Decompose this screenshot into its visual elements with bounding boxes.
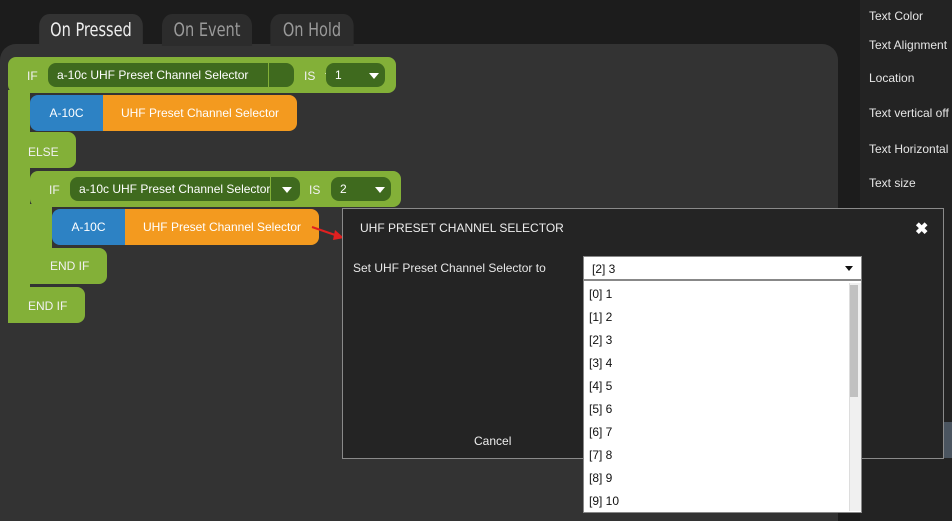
option-2[interactable]: [2] 3: [589, 333, 612, 347]
option-7[interactable]: [7] 8: [589, 448, 612, 462]
if-keyword: IF: [27, 69, 38, 83]
chevron-down-icon: [369, 73, 379, 79]
option-6[interactable]: [6] 7: [589, 425, 612, 439]
inner-condition-text: a-10c UHF Preset Channel Selector: [79, 182, 271, 196]
text-horizontal-label: Text Horizontal: [869, 142, 949, 156]
inner-value-dropdown[interactable]: 2: [331, 177, 391, 201]
option-0[interactable]: [0] 1: [589, 287, 612, 301]
inner-is-keyword: IS: [309, 183, 321, 197]
else-keyword: ELSE: [28, 145, 59, 159]
is-keyword: IS: [304, 69, 316, 83]
text-vertical-offset-label: Text vertical off: [869, 106, 949, 120]
action1-control-block[interactable]: UHF Preset Channel Selector: [103, 95, 297, 131]
close-icon[interactable]: ✖: [915, 219, 928, 239]
outer-condition-text: a-10c UHF Preset Channel Selector: [57, 68, 249, 82]
action1-device-block[interactable]: A-10C: [30, 95, 103, 131]
option-3[interactable]: [3] 4: [589, 356, 612, 370]
text-color-label: Text Color: [869, 9, 924, 23]
tab-on-hold[interactable]: On Hold: [270, 14, 354, 46]
option-5[interactable]: [5] 6: [589, 402, 612, 416]
set-value-label: Set UHF Preset Channel Selector to: [353, 261, 546, 275]
scrollbar-thumb[interactable]: [850, 285, 858, 397]
outer-end-if-keyword: END IF: [28, 299, 68, 313]
inner-value-text: 2: [340, 182, 347, 196]
outer-value-text: 1: [335, 68, 342, 82]
tab-on-event[interactable]: On Event: [161, 14, 253, 46]
option-1[interactable]: [1] 2: [589, 310, 612, 324]
selected-value: [2] 3: [592, 262, 616, 276]
location-label: Location: [869, 71, 915, 85]
text-size-label: Text size: [869, 176, 916, 190]
chevron-down-icon: [375, 187, 385, 193]
outer-condition-dropdown[interactable]: a-10c UHF Preset Channel Selector: [48, 63, 335, 87]
cancel-button[interactable]: Cancel: [474, 434, 511, 448]
channel-select[interactable]: [2] 3: [583, 256, 862, 280]
text-alignment-label: Text Alignment: [869, 38, 948, 52]
option-4[interactable]: [4] 5: [589, 379, 612, 393]
arrow-pointer-icon: [311, 226, 344, 240]
option-9[interactable]: [9] 10: [589, 494, 619, 508]
dialog-title: UHF PRESET CHANNEL SELECTOR: [360, 221, 564, 235]
tab-on-pressed[interactable]: On Pressed: [39, 14, 143, 46]
outer-value-dropdown[interactable]: 1: [326, 63, 385, 87]
action2-control-block[interactable]: UHF Preset Channel Selector: [125, 209, 319, 245]
chevron-down-icon: [845, 266, 853, 271]
inner-end-if-keyword: END IF: [50, 259, 90, 273]
option-8[interactable]: [8] 9: [589, 471, 612, 485]
chevron-down-icon: [282, 187, 292, 193]
action2-device-block[interactable]: A-10C: [52, 209, 125, 245]
inner-condition-dropdown[interactable]: a-10c UHF Preset Channel Selector: [70, 177, 300, 201]
inner-if-keyword: IF: [49, 183, 60, 197]
channel-options-list[interactable]: [0] 1 [1] 2 [2] 3 [3] 4 [4] 5 [5] 6 [6] …: [583, 280, 862, 513]
